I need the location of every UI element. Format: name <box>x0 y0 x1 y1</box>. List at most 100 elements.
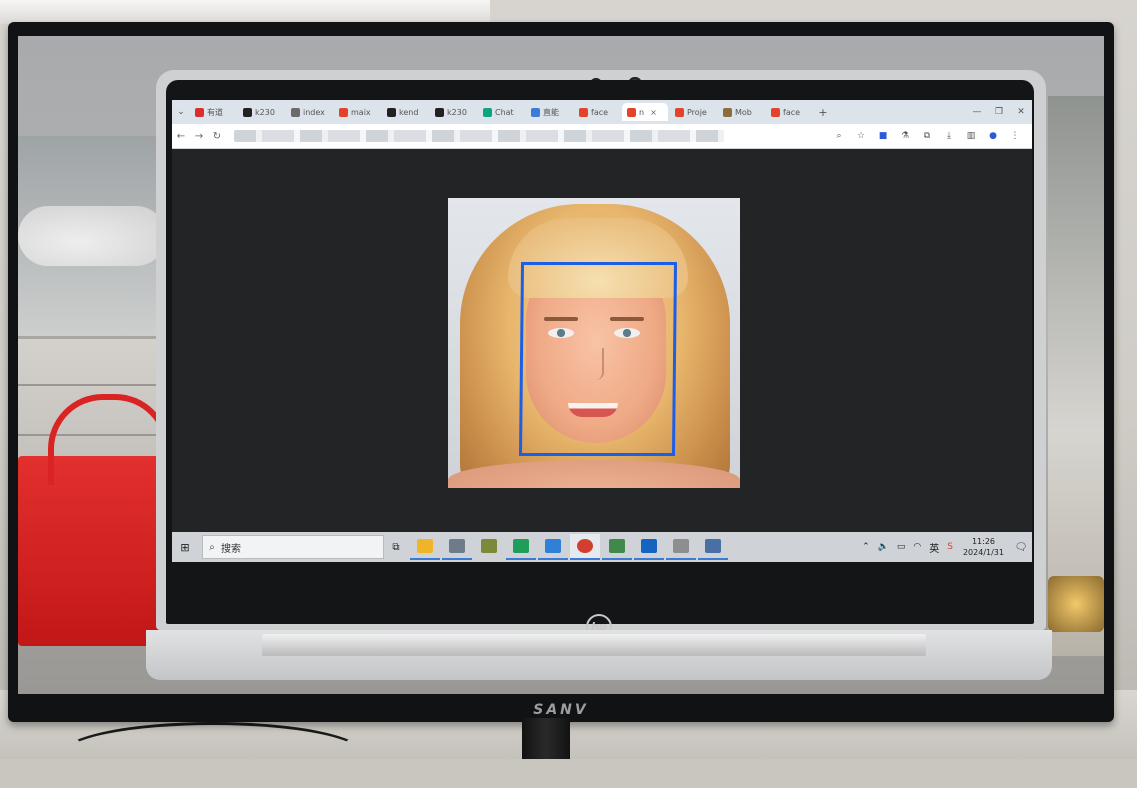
desk-cable <box>60 722 366 788</box>
viewer-app-taskbar-button[interactable] <box>698 534 728 560</box>
browser-tab[interactable]: kend <box>382 103 428 121</box>
search-placeholder: 搜索 <box>221 543 241 555</box>
back-icon[interactable]: ← <box>172 131 190 142</box>
face-photo <box>448 198 740 488</box>
clock[interactable]: 11:26 2024/1/31 <box>957 536 1010 558</box>
laptop-bezel: ⌄ 有道 k230 index maix kend k230 Chat 直能 face n × Pro… <box>166 80 1034 640</box>
viewer-app-icon <box>705 539 721 553</box>
notepad-app-taskbar-button[interactable] <box>602 534 632 560</box>
monitor-stand <box>522 718 570 759</box>
tab-label: Mob <box>735 107 752 117</box>
clock-date: 2024/1/31 <box>962 548 1004 557</box>
picture-icon <box>723 107 732 117</box>
notification-icon[interactable]: 🗨 <box>1010 542 1032 553</box>
browser-tab[interactable]: index <box>286 103 332 121</box>
browser-tab[interactable]: 有道 <box>190 103 236 121</box>
close-icon[interactable]: ✕ <box>1010 107 1032 117</box>
translate-icon[interactable]: ⚗ <box>894 131 916 141</box>
tab-close-icon[interactable]: × <box>650 108 657 117</box>
drawer-line <box>18 384 168 386</box>
file-explorer-taskbar-button[interactable] <box>410 534 440 560</box>
browser-toolbar: ← → ↻ ⌕ ☆ ■ ⚗ ⧉ ⤓ ▥ ● ⋮ <box>172 124 1032 149</box>
forward-icon[interactable]: → <box>190 131 208 142</box>
vscode-taskbar-button[interactable] <box>538 534 568 560</box>
chrome-taskbar-button[interactable] <box>570 534 600 560</box>
task-view-icon[interactable]: ⧉ <box>384 542 408 553</box>
github-icon <box>435 107 444 117</box>
taskbar-search-box[interactable]: ⌕ 搜索 <box>202 535 384 559</box>
typora-app-taskbar-button[interactable] <box>666 534 696 560</box>
laptop-lid: ⌄ 有道 k230 index maix kend k230 Chat 直能 face n × Pro… <box>156 70 1046 640</box>
clock-time: 11:26 <box>971 537 996 546</box>
window-controls: — ❐ ✕ <box>966 107 1032 117</box>
volume-icon[interactable]: 🔈 <box>874 542 893 552</box>
external-monitor: ⌄ 有道 k230 index maix kend k230 Chat 直能 face n × Pro… <box>8 22 1114 722</box>
editor-app-icon <box>513 539 529 553</box>
browser-tab[interactable]: 直能 <box>526 103 572 121</box>
chat-app-icon <box>449 539 465 553</box>
browser-tab[interactable]: Chat <box>478 103 524 121</box>
browser-tab[interactable]: face <box>574 103 620 121</box>
network-icon[interactable]: ◠ <box>909 542 925 552</box>
gitlab-icon <box>771 107 780 117</box>
ime-indicator[interactable]: 英 <box>925 540 943 555</box>
outlook-app-taskbar-button[interactable] <box>634 534 664 560</box>
browser-tab[interactable]: k230 <box>238 103 284 121</box>
browser-tab[interactable]: face <box>766 103 812 121</box>
notepad-app-icon <box>609 539 625 553</box>
battery-icon[interactable]: ▭ <box>893 542 910 552</box>
minimize-icon[interactable]: — <box>966 107 988 117</box>
github-icon <box>387 107 396 117</box>
file-explorer-icon <box>417 539 433 553</box>
maximize-icon[interactable]: ❐ <box>988 107 1010 117</box>
browser-tab[interactable]: maix <box>334 103 380 121</box>
chat-icon <box>483 107 492 117</box>
tab-label: maix <box>351 107 371 117</box>
extension-icon[interactable]: ■ <box>872 131 894 141</box>
gitlab-icon <box>579 107 588 117</box>
browser-tab[interactable]: n × <box>622 103 668 121</box>
zoom-icon[interactable]: ⌕ <box>828 131 850 141</box>
tools-app-taskbar-button[interactable] <box>474 534 504 560</box>
face-detection-box <box>518 262 678 456</box>
chrome-icon <box>577 539 593 553</box>
input-method-icon[interactable]: S <box>943 542 957 552</box>
circle-icon <box>531 107 540 117</box>
outlook-app-icon <box>641 539 657 553</box>
new-tab-button[interactable]: + <box>814 106 832 119</box>
download-icon[interactable]: ⤓ <box>938 131 960 141</box>
side-panel-icon[interactable]: ▥ <box>960 131 982 141</box>
menu-kebab-icon[interactable]: ⋮ <box>1004 131 1026 141</box>
tab-label: Chat <box>495 107 514 117</box>
profile-avatar-icon[interactable]: ● <box>982 131 1004 141</box>
browser-tab[interactable]: k230 <box>430 103 476 121</box>
editor-app-taskbar-button[interactable] <box>506 534 536 560</box>
cloth-pile <box>18 206 166 266</box>
tab-search-icon[interactable]: ⌄ <box>172 107 190 117</box>
tab-label: kend <box>399 107 419 117</box>
bookmark-star-icon[interactable]: ☆ <box>850 131 872 141</box>
gitlab-icon <box>675 107 684 117</box>
laptop-display: ⌄ 有道 k230 index maix kend k230 Chat 直能 face n × Pro… <box>172 100 1032 562</box>
youdao-icon <box>195 107 204 117</box>
browser-tab[interactable]: Proje <box>670 103 716 121</box>
windows-start-icon[interactable]: ⊞ <box>172 541 198 554</box>
reload-icon[interactable]: ↻ <box>208 131 226 142</box>
bag-handle <box>48 394 170 485</box>
monitor-screen: ⌄ 有道 k230 index maix kend k230 Chat 直能 face n × Pro… <box>18 36 1104 694</box>
gitlab-icon <box>339 107 348 117</box>
windows-taskbar: ⊞ ⌕ 搜索 ⧉ ⌃ 🔈 ▭ ◠ 英 S 11:26 2024/1/31 🗨 <box>172 532 1032 562</box>
ceiling-light <box>0 0 490 24</box>
tab-label: Proje <box>687 107 707 117</box>
typora-app-icon <box>673 539 689 553</box>
show-hidden-icons-icon[interactable]: ⌃ <box>858 542 874 552</box>
gitlab-icon <box>627 107 636 117</box>
address-bar[interactable] <box>234 130 724 142</box>
system-tray: ⌃ 🔈 ▭ ◠ 英 S 11:26 2024/1/31 🗨 <box>858 536 1032 558</box>
puzzle-icon[interactable]: ⧉ <box>916 131 938 141</box>
tab-label: k230 <box>255 107 275 117</box>
browser-tab[interactable]: Mob <box>718 103 764 121</box>
chat-app-taskbar-button[interactable] <box>442 534 472 560</box>
monitor-brand-logo: SANV <box>533 702 589 718</box>
tab-label: face <box>591 107 609 117</box>
